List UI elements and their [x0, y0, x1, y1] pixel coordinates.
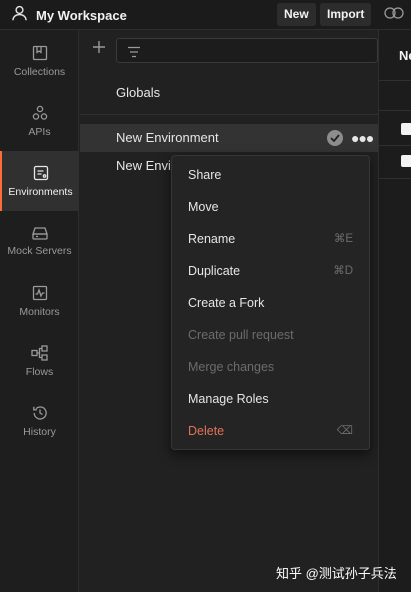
list-item-label: Globals: [116, 85, 161, 100]
menu-item-delete[interactable]: Delete ⌫: [172, 415, 369, 447]
sidebar-item-monitors[interactable]: Monitors: [0, 271, 79, 331]
sidebar-item-apis[interactable]: APIs: [0, 91, 79, 151]
history-icon: [32, 405, 48, 421]
list-toolbar: [80, 30, 378, 70]
menu-item-label: Create pull request: [188, 328, 294, 342]
search-input[interactable]: [116, 38, 378, 63]
satellite-icon[interactable]: [384, 6, 404, 25]
apis-icon: [32, 105, 48, 121]
mock-servers-icon: [31, 226, 48, 240]
menu-item-label: Duplicate: [188, 264, 241, 278]
flows-icon: [31, 344, 48, 361]
sidebar: Collections APIs Environments Mock Serve…: [0, 30, 79, 592]
menu-item-label: Move: [188, 200, 219, 214]
variable-checkbox[interactable]: [401, 155, 411, 167]
plus-icon[interactable]: [92, 40, 106, 59]
shortcut-label: ⌘D: [333, 265, 353, 277]
sidebar-item-label: Environments: [8, 185, 73, 198]
menu-item-label: Create a Fork: [188, 296, 265, 310]
sidebar-item-label: Collections: [13, 65, 66, 78]
new-button[interactable]: New: [277, 3, 316, 26]
menu-item-move[interactable]: Move: [172, 191, 369, 223]
collections-icon: [32, 45, 48, 61]
sidebar-item-flows[interactable]: Flows: [0, 331, 79, 391]
divider: [379, 145, 411, 146]
sidebar-item-label: Monitors: [19, 305, 60, 318]
delete-key-icon: ⌫: [336, 425, 353, 437]
menu-item-duplicate[interactable]: Duplicate ⌘D: [172, 255, 369, 287]
more-options-icon[interactable]: ●●●: [351, 124, 374, 152]
menu-item-create-fork[interactable]: Create a Fork: [172, 287, 369, 319]
sidebar-item-label: Flows: [25, 365, 54, 378]
menu-item-label: Rename: [188, 232, 236, 246]
active-check-icon[interactable]: [327, 130, 343, 146]
menu-item-label: Share: [188, 168, 222, 182]
list-divider: [80, 114, 378, 115]
divider: [379, 80, 411, 81]
sidebar-item-mock-servers[interactable]: Mock Servers: [0, 211, 79, 271]
menu-item-share[interactable]: Share: [172, 159, 369, 191]
sidebar-item-label: Mock Servers: [7, 244, 72, 257]
sidebar-item-label: APIs: [28, 125, 51, 138]
filter-icon: [127, 45, 141, 63]
sidebar-item-environments[interactable]: Environments: [0, 151, 79, 211]
import-button[interactable]: Import: [320, 3, 372, 26]
divider: [379, 178, 411, 179]
menu-item-rename[interactable]: Rename ⌘E: [172, 223, 369, 255]
list-item-globals[interactable]: Globals: [80, 79, 378, 107]
list-item-environment[interactable]: New Environment ●●●: [80, 124, 378, 152]
shortcut-label: ⌘E: [333, 233, 353, 245]
user-icon: [12, 5, 27, 26]
top-bar: My Workspace New Import: [0, 0, 411, 30]
menu-item-label: Delete: [188, 424, 225, 438]
environment-editor-pane: Ne: [378, 30, 411, 592]
menu-item-create-pull-request: Create pull request: [172, 319, 369, 351]
editor-title: Ne: [399, 48, 411, 63]
menu-item-manage-roles[interactable]: Manage Roles: [172, 383, 369, 415]
workspace-title: My Workspace: [36, 8, 127, 23]
sidebar-item-label: History: [23, 425, 56, 438]
context-menu: Share Move Rename ⌘E Duplicate ⌘D Create…: [171, 155, 370, 450]
menu-item-label: Manage Roles: [188, 392, 269, 406]
workspace-switcher[interactable]: My Workspace: [12, 5, 127, 26]
list-item-label: New Environment: [116, 130, 219, 145]
menu-item-merge-changes: Merge changes: [172, 351, 369, 383]
divider: [379, 110, 411, 111]
variable-checkbox[interactable]: [401, 123, 411, 135]
menu-item-label: Merge changes: [188, 360, 275, 374]
sidebar-item-collections[interactable]: Collections: [0, 31, 79, 91]
environments-icon: [33, 165, 49, 181]
watermark: 知乎 @测试孙子兵法: [276, 566, 397, 581]
monitors-icon: [32, 285, 48, 301]
list-item-label: New Envir: [116, 158, 176, 173]
sidebar-item-history[interactable]: History: [0, 391, 79, 451]
